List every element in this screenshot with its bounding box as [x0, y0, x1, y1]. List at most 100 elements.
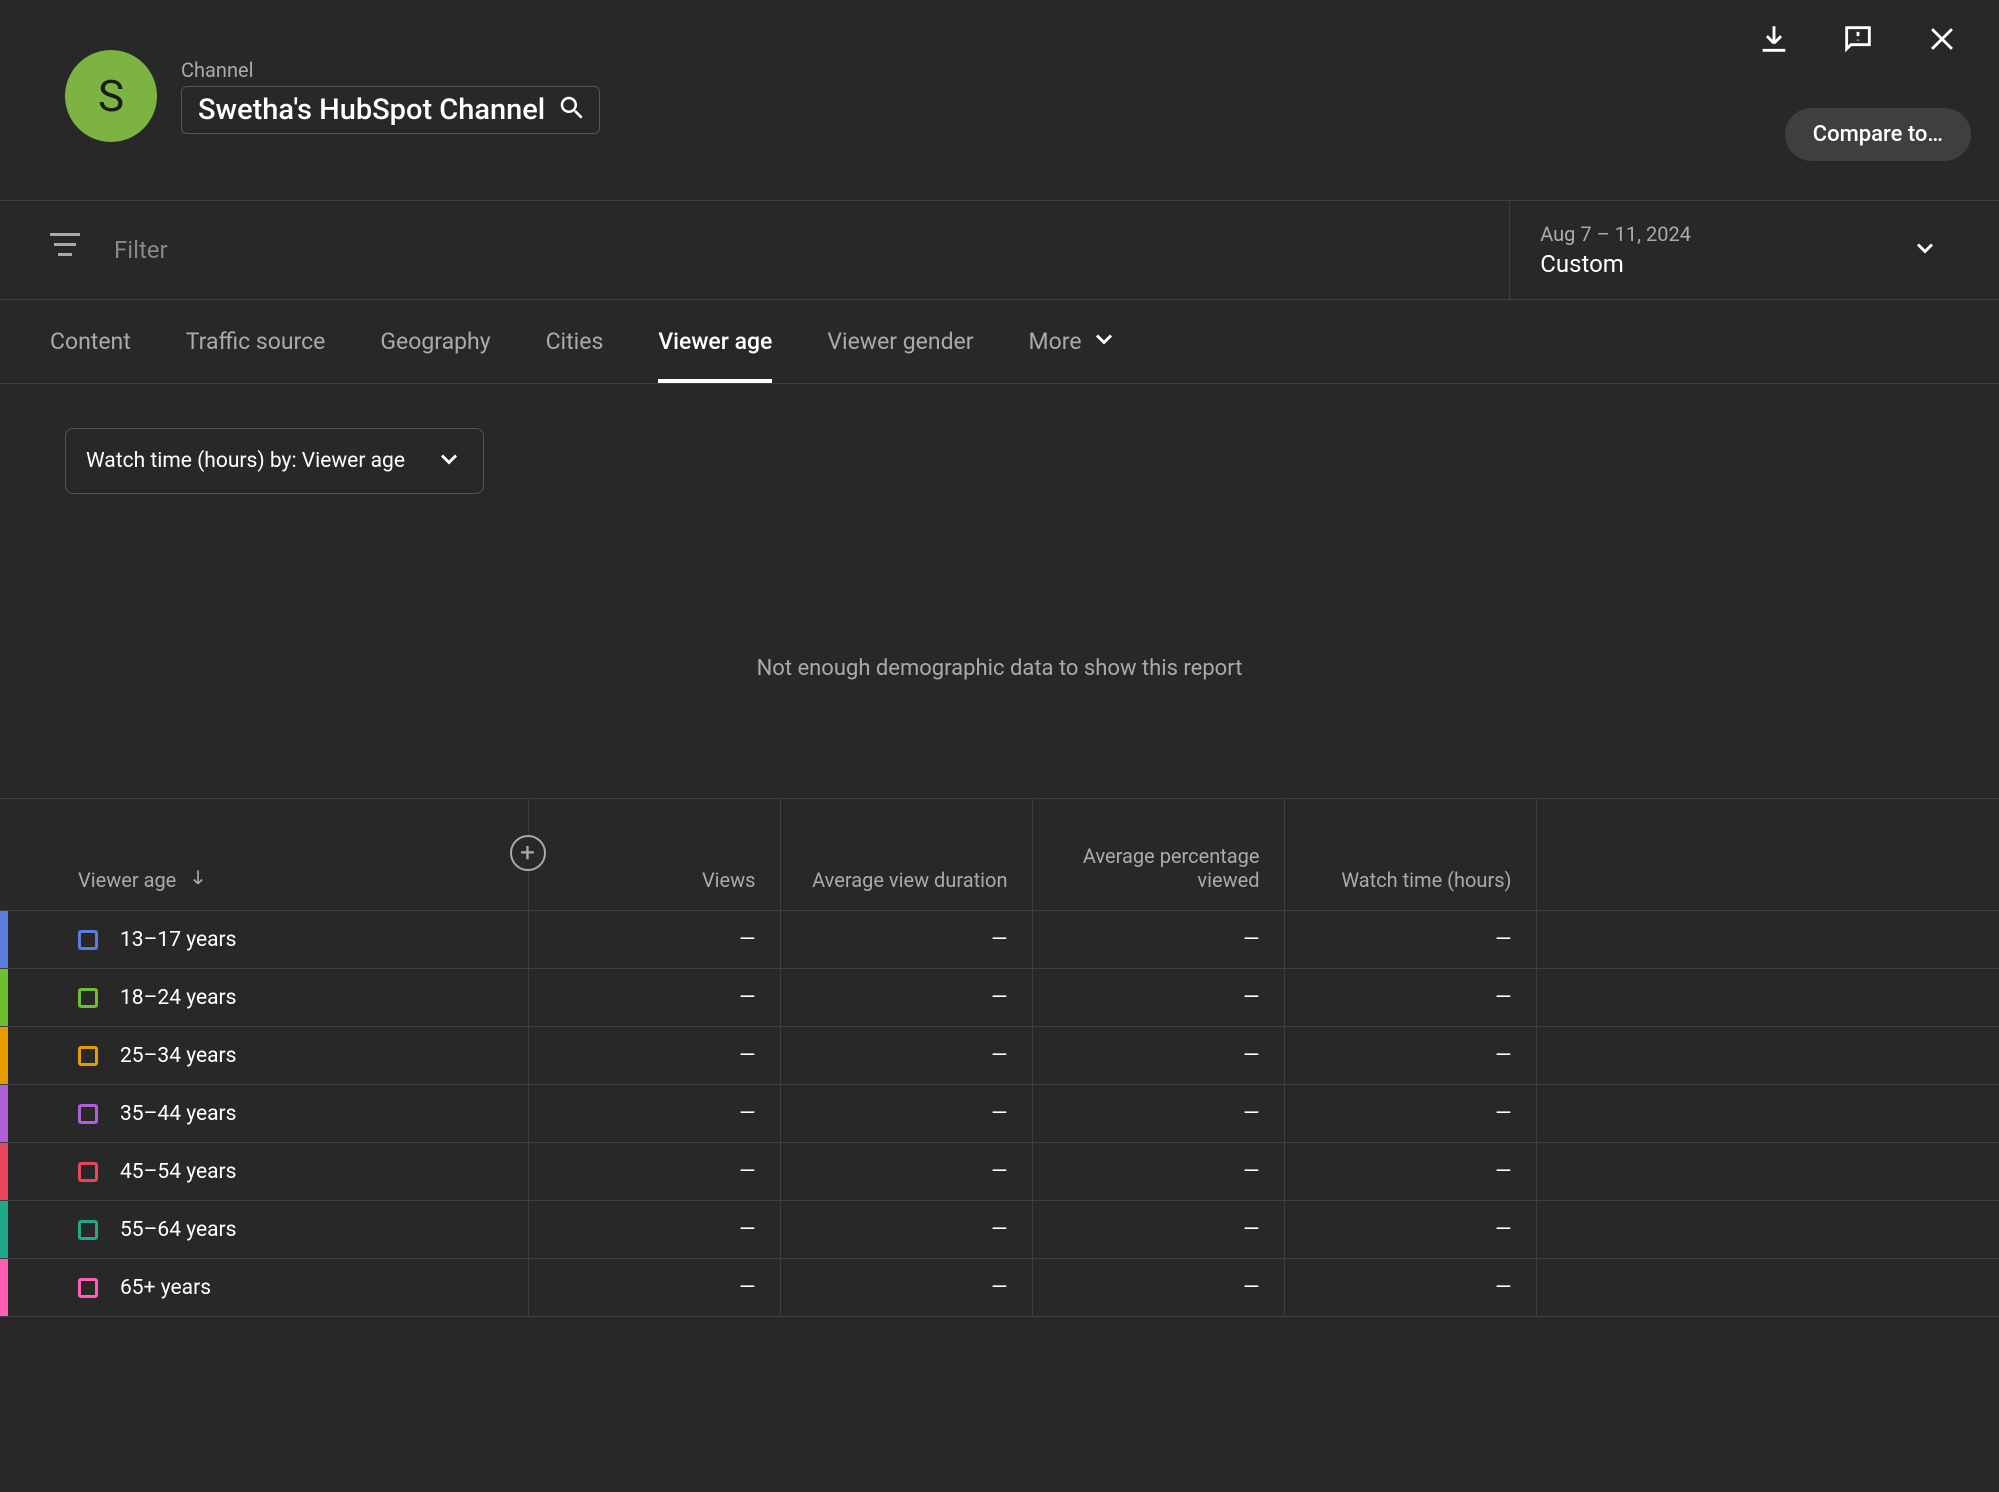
row-name-cell: 25–34 years	[0, 1027, 528, 1085]
feedback-icon[interactable]	[1841, 22, 1875, 60]
row-checkbox[interactable]	[78, 1220, 98, 1240]
empty-state-message: Not enough demographic data to show this…	[757, 656, 1243, 681]
row-value-cell: —	[528, 1143, 780, 1201]
row-color-stripe	[0, 969, 8, 1026]
row-checkbox[interactable]	[78, 1046, 98, 1066]
column-header-empty	[1536, 799, 1999, 911]
row-checkbox[interactable]	[78, 1162, 98, 1182]
row-value-cell: —	[1284, 911, 1536, 969]
tab-traffic-source[interactable]: Traffic source	[186, 300, 326, 383]
row-label: 35–44 years	[120, 1102, 237, 1126]
channel-block: Channel Swetha's HubSpot Channel	[181, 58, 600, 134]
row-value-cell: —	[780, 1201, 1032, 1259]
row-value-cell: —	[1032, 1027, 1284, 1085]
filter-input-area[interactable]: Filter	[50, 233, 168, 267]
tab-more-label: More	[1029, 328, 1082, 355]
column-header-avg-view-duration[interactable]: Average view duration	[780, 799, 1032, 911]
filter-placeholder: Filter	[114, 236, 168, 264]
row-empty-cell	[1536, 1259, 1999, 1317]
row-value-cell: —	[528, 969, 780, 1027]
table-row[interactable]: 65+ years————	[0, 1259, 1999, 1317]
tabs: Content Traffic source Geography Cities View…	[0, 300, 1999, 384]
row-label: 18–24 years	[120, 986, 237, 1010]
row-checkbox[interactable]	[78, 1104, 98, 1124]
row-label: 55–64 years	[120, 1218, 237, 1242]
table-row[interactable]: 35–44 years————	[0, 1085, 1999, 1143]
channel-label: Channel	[181, 58, 600, 82]
date-range-text: Aug 7 – 11, 2024	[1540, 222, 1691, 246]
row-name-cell: 45–54 years	[0, 1143, 528, 1201]
header-actions	[1757, 22, 1959, 60]
tab-content[interactable]: Content	[50, 300, 131, 383]
row-empty-cell	[1536, 1201, 1999, 1259]
tab-more[interactable]: More	[1029, 300, 1118, 383]
row-value-cell: —	[528, 1085, 780, 1143]
row-value-cell: —	[780, 969, 1032, 1027]
row-checkbox[interactable]	[78, 930, 98, 950]
data-table: Viewer age Views Average view duration A…	[0, 798, 1999, 1317]
tab-geography[interactable]: Geography	[380, 300, 490, 383]
row-value-cell: —	[1032, 1259, 1284, 1317]
row-value-cell: —	[780, 1027, 1032, 1085]
row-name-cell: 13–17 years	[0, 911, 528, 969]
chart-area: Not enough demographic data to show this…	[0, 538, 1999, 798]
row-value-cell: —	[780, 1259, 1032, 1317]
row-value-cell: —	[1032, 911, 1284, 969]
row-value-cell: —	[780, 911, 1032, 969]
channel-name: Swetha's HubSpot Channel	[198, 93, 545, 127]
download-icon[interactable]	[1757, 22, 1791, 60]
row-label: 25–34 years	[120, 1044, 237, 1068]
row-color-stripe	[0, 911, 8, 968]
row-color-stripe	[0, 1027, 8, 1084]
row-color-stripe	[0, 1201, 8, 1258]
column-header-watch-time[interactable]: Watch time (hours)	[1284, 799, 1536, 911]
row-value-cell: —	[1284, 1201, 1536, 1259]
channel-selector[interactable]: Swetha's HubSpot Channel	[181, 86, 600, 134]
column-header-avg-pct-viewed[interactable]: Average percentage viewed	[1032, 799, 1284, 911]
column-header-name-label: Viewer age	[78, 868, 176, 892]
metric-select[interactable]: Watch time (hours) by: Viewer age	[65, 428, 484, 494]
add-column-button[interactable]	[510, 835, 546, 871]
row-value-cell: —	[1284, 969, 1536, 1027]
row-value-cell: —	[1284, 1143, 1536, 1201]
table-row[interactable]: 25–34 years————	[0, 1027, 1999, 1085]
compare-button[interactable]: Compare to…	[1785, 108, 1971, 161]
row-empty-cell	[1536, 1085, 1999, 1143]
date-range-selector[interactable]: Aug 7 – 11, 2024 Custom	[1509, 201, 1949, 299]
table-row[interactable]: 45–54 years————	[0, 1143, 1999, 1201]
tab-viewer-age[interactable]: Viewer age	[658, 300, 772, 383]
table-row[interactable]: 55–64 years————	[0, 1201, 1999, 1259]
row-value-cell: —	[1032, 969, 1284, 1027]
chevron-down-icon	[435, 445, 463, 477]
table-row[interactable]: 13–17 years————	[0, 911, 1999, 969]
row-checkbox[interactable]	[78, 988, 98, 1008]
row-empty-cell	[1536, 1027, 1999, 1085]
row-value-cell: —	[528, 911, 780, 969]
avatar[interactable]: S	[65, 50, 157, 142]
row-value-cell: —	[1032, 1085, 1284, 1143]
chevron-down-icon	[1090, 325, 1118, 359]
row-label: 45–54 years	[120, 1160, 237, 1184]
tab-cities[interactable]: Cities	[546, 300, 604, 383]
row-empty-cell	[1536, 1143, 1999, 1201]
row-value-cell: —	[1032, 1143, 1284, 1201]
column-header-name[interactable]: Viewer age	[0, 799, 528, 911]
chevron-down-icon	[1911, 234, 1939, 266]
row-color-stripe	[0, 1085, 8, 1142]
row-value-cell: —	[528, 1201, 780, 1259]
close-icon[interactable]	[1925, 22, 1959, 60]
row-name-cell: 18–24 years	[0, 969, 528, 1027]
row-value-cell: —	[528, 1027, 780, 1085]
row-checkbox[interactable]	[78, 1278, 98, 1298]
row-value-cell: —	[1032, 1201, 1284, 1259]
row-name-cell: 35–44 years	[0, 1085, 528, 1143]
row-label: 65+ years	[120, 1276, 211, 1300]
metric-row: Watch time (hours) by: Viewer age	[0, 384, 1999, 538]
tab-viewer-gender[interactable]: Viewer gender	[827, 300, 973, 383]
row-label: 13–17 years	[120, 928, 237, 952]
sort-arrow-icon	[188, 867, 208, 892]
row-color-stripe	[0, 1143, 8, 1200]
column-header-views[interactable]: Views	[528, 799, 780, 911]
row-color-stripe	[0, 1259, 8, 1316]
table-row[interactable]: 18–24 years————	[0, 969, 1999, 1027]
